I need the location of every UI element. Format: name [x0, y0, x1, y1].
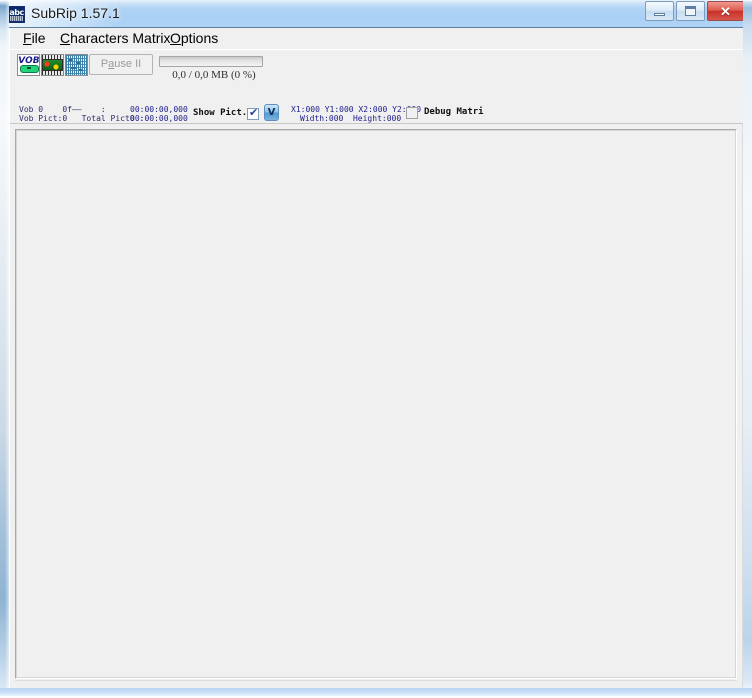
filmstrip-sprockets-bottom — [42, 71, 63, 75]
debug-matrix-label: Debug Matri — [424, 107, 484, 117]
show-picture-dropdown-button[interactable]: V — [264, 104, 279, 121]
close-glyph: ✕ — [720, 3, 731, 19]
checkmark-icon: ✔ — [249, 106, 259, 119]
chevron-down-icon: V — [267, 107, 276, 118]
maximize-button[interactable] — [676, 1, 705, 21]
matrix-dot — [71, 67, 76, 69]
app-icon-filmstrip — [10, 16, 23, 21]
close-icon: ✕ — [708, 2, 743, 20]
filmstrip-icon[interactable] — [41, 54, 64, 76]
window-border-bottom — [0, 688, 752, 698]
vob-picture-count-label: Vob Pict:0 Total Pict0 : — [19, 114, 145, 123]
app-icon: abc — [8, 6, 25, 23]
matrix-dot — [76, 62, 80, 64]
menu-item-characters-matrix[interactable]: Characters Matrix — [55, 28, 175, 49]
window-border-left — [0, 0, 9, 698]
toolbar: VOB Pause II 0,0 / 0,0 MB (0 %) — [10, 49, 744, 119]
filmstrip-sprockets-top — [42, 55, 63, 59]
filmstrip-frame — [43, 60, 62, 70]
matrix-grid-icon-art — [66, 55, 87, 75]
debug-matrix-checkbox[interactable] — [406, 107, 418, 119]
window-border-left-highlight — [5, 0, 9, 698]
progress-bar — [159, 56, 263, 67]
close-button[interactable]: ✕ — [707, 1, 744, 21]
window-border-right — [743, 0, 752, 698]
show-picture-label: Show Pict. — [193, 108, 248, 118]
show-picture-checkbox[interactable]: ✔ — [247, 106, 259, 120]
selection-dimensions-label: Width:000 Height:000 — [300, 114, 402, 123]
menu-bar: File Characters Matrix Options — [10, 28, 744, 49]
pause-button[interactable]: Pause II — [89, 54, 153, 75]
timecode-end-label: 00:00:00,000 — [130, 114, 188, 123]
progress-label: 0,0 / 0,0 MB (0 %) — [172, 69, 256, 81]
title-bar: abc SubRip 1.57.1 ✕ — [0, 0, 752, 28]
bottom-strip — [15, 680, 737, 686]
filmstrip-icon-art — [42, 55, 63, 75]
info-row: Vob 0 0f—— : Vob Pict:0 Total Pict0 : 00… — [10, 101, 744, 124]
client-area: File Characters Matrix Options VOB Pause… — [9, 28, 744, 688]
picture-canvas[interactable] — [16, 130, 736, 678]
vob-icon[interactable]: VOB — [17, 54, 40, 76]
menu-item-file[interactable]: File — [18, 28, 51, 49]
matrix-dot — [69, 59, 72, 61]
maximize-icon — [677, 2, 704, 20]
matrix-dot — [79, 69, 82, 71]
window-title: SubRip 1.57.1 — [31, 5, 120, 21]
vob-icon-art: VOB — [18, 55, 39, 75]
application-window: abc SubRip 1.57.1 ✕ File Characters Matr… — [0, 0, 752, 698]
minimize-icon — [646, 2, 673, 20]
matrix-grid-icon[interactable] — [65, 54, 88, 76]
picture-work-area[interactable] — [15, 129, 737, 679]
vob-icon-disc — [20, 65, 39, 73]
minimize-button[interactable] — [645, 1, 674, 21]
menu-item-options[interactable]: Options — [165, 28, 223, 49]
